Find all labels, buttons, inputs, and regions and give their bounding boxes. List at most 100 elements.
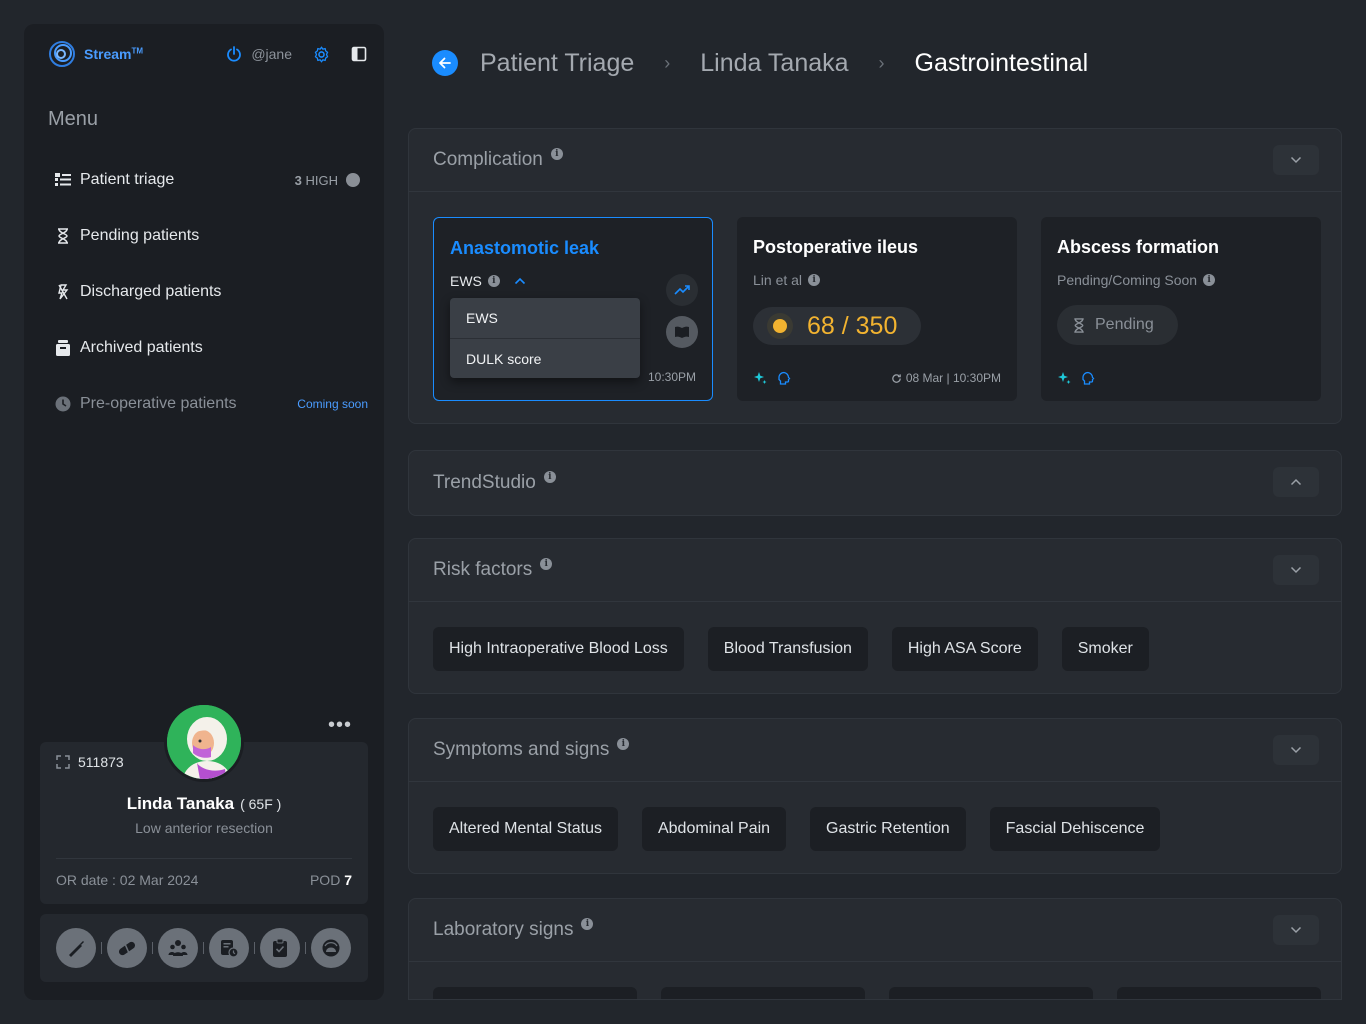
symptom-tag[interactable]: Gastric Retention bbox=[810, 807, 966, 851]
divider bbox=[409, 781, 1341, 782]
more-options-icon[interactable]: ••• bbox=[328, 714, 352, 737]
breadcrumb: Patient Triage › Linda Tanaka › Gastroin… bbox=[432, 44, 1088, 82]
complication-card-anastomotic-leak[interactable]: Anastomotic leak EWS i 10:30PM EWS DULK … bbox=[433, 217, 713, 401]
divider bbox=[56, 858, 352, 859]
divider bbox=[409, 601, 1341, 602]
sidebar-item-label: Patient triage bbox=[80, 171, 175, 188]
divider bbox=[305, 942, 306, 954]
chevron-down-icon bbox=[1290, 746, 1302, 754]
back-button[interactable] bbox=[432, 50, 458, 76]
card-timestamp: 08 Mar | 10:30PM bbox=[891, 371, 1001, 385]
info-icon[interactable]: i bbox=[1203, 274, 1216, 286]
gear-icon[interactable] bbox=[312, 45, 330, 63]
symptom-tag[interactable]: Altered Mental Status bbox=[433, 807, 618, 851]
status-dot bbox=[346, 173, 360, 187]
avatar[interactable] bbox=[164, 702, 244, 782]
sidebar-toggle-icon[interactable] bbox=[350, 45, 368, 63]
high-count-badge: 3 HIGH bbox=[294, 172, 338, 188]
clipboard-icon bbox=[273, 938, 287, 957]
power-icon[interactable] bbox=[225, 45, 243, 63]
breadcrumb-patient[interactable]: Linda Tanaka bbox=[700, 49, 848, 78]
sidebar-item-archived-patients[interactable]: Archived patients bbox=[48, 320, 368, 376]
scalpel-button[interactable] bbox=[56, 928, 96, 968]
sidebar-item-pending-patients[interactable]: Pending patients bbox=[48, 208, 368, 264]
coming-soon-badge: Coming soon bbox=[297, 397, 368, 411]
username: @jane bbox=[251, 46, 292, 62]
card-title: Postoperative ileus bbox=[753, 237, 919, 257]
lab-card[interactable] bbox=[1117, 987, 1321, 999]
breadcrumb-patient-triage[interactable]: Patient Triage bbox=[480, 49, 634, 78]
risk-factor-tag[interactable]: High Intraoperative Blood Loss bbox=[433, 627, 684, 671]
sparkle-icon[interactable] bbox=[753, 371, 767, 385]
sidebar-menu: Patient triage 3 HIGH Pending patients D… bbox=[48, 152, 368, 432]
trend-button[interactable] bbox=[666, 274, 698, 306]
divider bbox=[101, 942, 102, 954]
patient-age-sex: ( 65F ) bbox=[240, 796, 282, 812]
stream-logo-icon bbox=[49, 41, 75, 67]
symptom-tag[interactable]: Fascial Dehiscence bbox=[989, 807, 1161, 851]
lab-card[interactable] bbox=[433, 987, 637, 999]
collapse-button[interactable] bbox=[1273, 735, 1319, 765]
risk-factors-header: Risk factors i bbox=[409, 539, 1341, 601]
card-subtitle: Pending/Coming Soon i bbox=[1057, 272, 1216, 288]
expand-icon[interactable] bbox=[56, 755, 70, 769]
info-icon[interactable]: i bbox=[550, 148, 563, 160]
collapse-button[interactable] bbox=[1273, 145, 1319, 175]
list-icon bbox=[54, 171, 72, 189]
checklist-button[interactable] bbox=[260, 928, 300, 968]
sidebar-item-discharged-patients[interactable]: Discharged patients bbox=[48, 264, 368, 320]
brain-icon[interactable] bbox=[777, 371, 791, 385]
risk-factor-tag[interactable]: Smoker bbox=[1061, 627, 1149, 671]
collapse-button[interactable] bbox=[1273, 555, 1319, 585]
score-selector[interactable]: EWS i bbox=[450, 273, 526, 289]
info-icon[interactable]: i bbox=[487, 275, 500, 287]
symptom-tag[interactable]: Abdominal Pain bbox=[641, 807, 787, 851]
dropdown-option-ews[interactable]: EWS bbox=[450, 298, 640, 338]
divider bbox=[152, 942, 153, 954]
complication-card-abscess-formation[interactable]: Abscess formation Pending/Coming Soon i … bbox=[1041, 217, 1321, 401]
info-icon[interactable]: i bbox=[543, 471, 556, 483]
trendstudio-panel: TrendStudio i bbox=[408, 450, 1342, 516]
sidebar-item-patient-triage[interactable]: Patient triage 3 HIGH bbox=[48, 152, 368, 208]
risk-score-value: 68 / 350 bbox=[807, 311, 898, 340]
chevron-up-icon[interactable] bbox=[514, 277, 526, 285]
medication-button[interactable] bbox=[107, 928, 147, 968]
archive-icon bbox=[54, 339, 72, 357]
scalpel-icon bbox=[69, 941, 84, 957]
sidebar: StreamTM @jane Menu Patient triage 3 HIG… bbox=[24, 24, 384, 1000]
lab-card[interactable] bbox=[661, 987, 865, 999]
schedule-button[interactable] bbox=[209, 928, 249, 968]
schedule-icon bbox=[221, 940, 239, 958]
risk-factors-panel: Risk factors i High Intraoperative Blood… bbox=[408, 538, 1342, 694]
chevron-down-icon bbox=[1290, 156, 1302, 164]
risk-factor-tag[interactable]: Blood Transfusion bbox=[707, 627, 868, 671]
post-op-day: POD 7 bbox=[309, 872, 352, 888]
sparkle-icon[interactable] bbox=[1057, 371, 1071, 385]
info-icon[interactable]: i bbox=[617, 738, 630, 750]
expand-button[interactable] bbox=[1273, 467, 1319, 497]
complication-cards: Anastomotic leak EWS i 10:30PM EWS DULK … bbox=[433, 217, 1321, 401]
score-dropdown: EWS DULK score bbox=[450, 298, 640, 378]
complication-card-postoperative-ileus[interactable]: Postoperative ileus Lin et al i 68 / 350… bbox=[737, 217, 1017, 401]
collapse-button[interactable] bbox=[1273, 915, 1319, 945]
app-logo[interactable]: StreamTM bbox=[48, 40, 143, 68]
card-subtitle: Lin et al i bbox=[753, 272, 821, 288]
reference-button[interactable] bbox=[666, 316, 698, 348]
dropdown-option-dulk[interactable]: DULK score bbox=[450, 338, 640, 378]
risk-factor-tag[interactable]: High ASA Score bbox=[891, 627, 1038, 671]
or-date: OR date : 02 Mar 2024 bbox=[56, 872, 199, 888]
laboratory-signs-panel: Laboratory signs i bbox=[408, 898, 1342, 1000]
info-icon[interactable]: i bbox=[540, 558, 553, 570]
care-team-button[interactable] bbox=[158, 928, 198, 968]
symptoms-header: Symptoms and signs i bbox=[409, 719, 1341, 781]
brain-icon[interactable] bbox=[1081, 371, 1095, 385]
chevron-down-icon bbox=[1290, 566, 1302, 574]
info-icon[interactable]: i bbox=[581, 918, 594, 930]
patient-id: 511873 bbox=[56, 754, 124, 770]
lab-card[interactable] bbox=[889, 987, 1093, 999]
menu-title: Menu bbox=[48, 108, 99, 130]
divider bbox=[203, 942, 204, 954]
info-icon[interactable]: i bbox=[808, 274, 821, 286]
alarm-button[interactable] bbox=[311, 928, 351, 968]
breadcrumb-current: Gastrointestinal bbox=[914, 48, 1089, 77]
